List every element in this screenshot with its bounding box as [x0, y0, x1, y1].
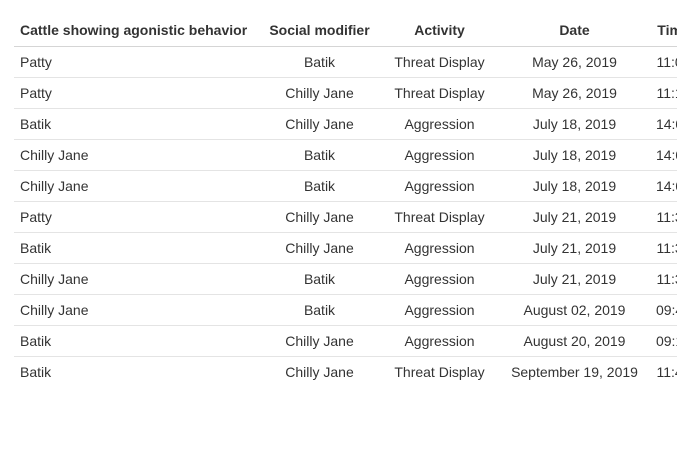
cell-date: July 21, 2019 [500, 201, 649, 233]
table-row: Chilly Jane Batik Aggression August 02, 201… [14, 294, 677, 326]
table-row: Chilly Jane Batik Aggression July 21, 2019 1… [14, 263, 677, 295]
cell-social-modifier: Chilly Jane [260, 201, 379, 233]
cell-social-modifier: Batik [260, 170, 379, 202]
table-body: PattyBatikThreat DisplayMay 26, 201911:0… [14, 46, 677, 388]
cell-social-modifier: Chilly Jane [260, 325, 379, 357]
cell-cattle: Patty [14, 77, 260, 109]
table-row: Batik Chilly Jane Threat Display September … [14, 357, 677, 388]
table-header: Cattle showing agonistic behavior Social… [14, 14, 677, 47]
cell-social-modifier: Batik [260, 263, 379, 295]
cell-date: September 19, 2019 [511, 364, 638, 380]
cell-social-modifier: Chilly Jane [260, 108, 379, 140]
cell-cattle: Batik [20, 364, 52, 380]
header-social-modifier: Social modifier [260, 14, 379, 47]
cell-social-modifier: Chilly Jane [260, 77, 379, 109]
cell-date: July 21, 2019 [500, 263, 649, 295]
cell-time: 09:17 [649, 325, 677, 357]
cell-time: 11:39 [649, 263, 677, 295]
header-date: Date [500, 14, 649, 47]
cell-time: 14:08 [649, 139, 677, 171]
cell-time: 11:39 [649, 232, 677, 264]
agonistic-behavior-table: Cattle showing agonistic behavior Social… [14, 14, 677, 387]
cell-social-modifier: Chilly Jane [285, 364, 354, 380]
cell-cattle: Chilly Jane [14, 139, 260, 171]
cell-date: May 26, 2019 [500, 77, 649, 109]
table-row: Chilly Jane Batik Aggression July 18, 2019 1… [14, 170, 677, 202]
table-row: Patty Chilly Jane Threat Display May 26, 20… [14, 77, 677, 109]
cell-time: 09:49 [649, 294, 677, 326]
cell-date: August 02, 2019 [500, 294, 649, 326]
cell-cattle: Patty [14, 201, 260, 233]
cell-cattle: Patty [14, 46, 260, 78]
cell-cattle: Chilly Jane [14, 294, 260, 326]
cell-social-modifier: Batik [260, 46, 379, 78]
cell-cattle: Chilly Jane [14, 170, 260, 202]
cell-cattle: Chilly Jane [14, 263, 260, 295]
table-row: Batik Chilly Jane Aggression July 18, 2019 1… [14, 108, 677, 140]
cell-activity: Threat Display [379, 46, 500, 78]
cell-date: July 18, 2019 [500, 139, 649, 171]
cell-time: 14:09 [649, 170, 677, 202]
header-time: Time [649, 14, 677, 47]
cell-cattle: Batik [14, 325, 260, 357]
cell-cattle: Batik [14, 108, 260, 140]
cell-activity: Aggression [379, 170, 500, 202]
cell-time: 14:08 [649, 108, 677, 140]
cell-date: May 26, 2019 [500, 46, 649, 78]
cell-activity: Aggression [379, 263, 500, 295]
cell-activity: Aggression [379, 232, 500, 264]
cell-social-modifier: Chilly Jane [260, 232, 379, 264]
cell-activity: Threat Display [394, 364, 485, 380]
table-row: PattyBatikThreat DisplayMay 26, 201911:0… [14, 46, 677, 78]
cell-time: 11:10 [649, 77, 677, 109]
cell-activity: Aggression [379, 294, 500, 326]
cell-date: July 18, 2019 [500, 108, 649, 140]
cell-cattle: Batik [14, 232, 260, 264]
table-row: Chilly Jane Batik Aggression July 18, 2019 1… [14, 139, 677, 171]
cell-social-modifier: Batik [260, 139, 379, 171]
header-row: Cattle showing agonistic behavior Social… [14, 14, 677, 47]
cell-time: 11:01 [649, 46, 677, 78]
cell-time: 11:48 [656, 364, 677, 380]
cell-time: 11:30 [649, 201, 677, 233]
table-container: Cattle showing agonistic behavior Social… [14, 14, 677, 387]
header-activity: Activity [379, 14, 500, 47]
cell-activity: Threat Display [379, 201, 500, 233]
cell-activity: Aggression [379, 325, 500, 357]
cell-activity: Aggression [379, 139, 500, 171]
cell-social-modifier: Batik [260, 294, 379, 326]
header-cattle: Cattle showing agonistic behavior [14, 14, 260, 47]
table-row: Batik Chilly Jane Aggression July 21, 2019 1… [14, 232, 677, 264]
cell-date: August 20, 2019 [500, 325, 649, 357]
cell-activity: Threat Display [379, 77, 500, 109]
table-row: Batik Chilly Jane Aggression August 20, 201… [14, 325, 677, 357]
cell-date: July 21, 2019 [500, 232, 649, 264]
cell-activity: Aggression [379, 108, 500, 140]
cell-date: July 18, 2019 [500, 170, 649, 202]
table-row: Patty Chilly Jane Threat Display July 21, 2… [14, 201, 677, 233]
